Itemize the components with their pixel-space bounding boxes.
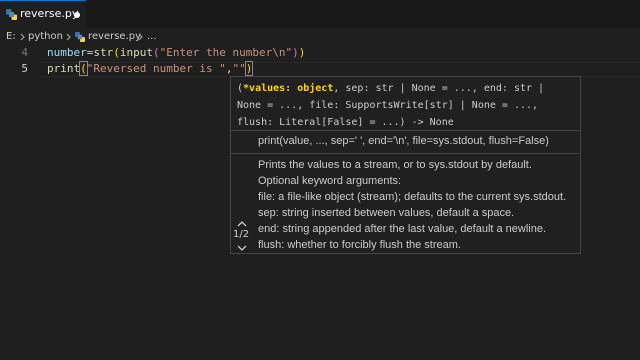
chevron-down-icon[interactable]: [237, 243, 247, 253]
token: ): [292, 46, 299, 59]
signature-line: None = ..., file: SupportsWrite[str] | N…: [237, 100, 539, 111]
signature-block: (*values: object, sep: str | None = ...,…: [231, 77, 580, 131]
doc-line: Optional keyword arguments:: [258, 175, 402, 187]
chevron-right-icon: [66, 33, 71, 41]
doc-line: Prints the values to a stream, or to sys…: [258, 159, 532, 171]
token: ): [244, 61, 254, 76]
parameter-hints-widget: (*values: object, sep: str | None = ...,…: [230, 76, 581, 254]
code-text[interactable]: number=str(input("Enter the number\n")): [47, 46, 305, 59]
chevron-right-icon: [138, 33, 143, 41]
code-line: 4 number=str(input("Enter the number\n")…: [0, 46, 640, 62]
chevron-right-icon: [20, 33, 25, 41]
tab-bar: reverse.py: [0, 0, 640, 28]
line-number: 4: [21, 46, 28, 59]
overload-count: 1/2: [233, 229, 250, 240]
token: number: [47, 46, 87, 59]
breadcrumb-drive[interactable]: E:: [6, 31, 16, 42]
token: "": [232, 62, 246, 75]
divider: [231, 153, 580, 154]
token: "Enter the number\n": [159, 46, 293, 59]
signature-line: (*values: object, sep: str | None = ...,…: [237, 83, 545, 94]
doc-line: file: a file-like object (stream); defau…: [258, 191, 567, 203]
doc-line: flush: whether to forcibly flush the str…: [258, 239, 461, 251]
line-number: 5: [21, 62, 28, 75]
breadcrumb-file[interactable]: reverse.py: [88, 31, 141, 42]
token: str: [93, 46, 114, 59]
overload-pager: 1/2: [231, 131, 253, 253]
token: (: [153, 46, 160, 59]
token: ): [298, 46, 306, 59]
active-parameter: *values: object: [243, 83, 334, 94]
breadcrumb-symbols[interactable]: ...: [147, 31, 157, 42]
python-file-icon: [6, 9, 17, 20]
token: "Reversed number is ": [86, 62, 226, 75]
doc-line: sep: string inserted between values, def…: [258, 207, 515, 219]
token: (: [79, 61, 88, 76]
tab-reverse-py[interactable]: reverse.py: [0, 0, 86, 28]
python-file-icon: [75, 32, 85, 42]
doc-signature: print(value, ..., sep=' ', end='\n', fil…: [258, 135, 549, 147]
signature-line: flush: Literal[False] = ...) -> None: [237, 117, 454, 128]
token: input: [119, 46, 153, 59]
tab-label: reverse.py: [20, 7, 79, 20]
signature-rest: , sep: str | None = ..., end: str |: [333, 83, 545, 94]
code-text[interactable]: print("Reversed number is ",""): [47, 61, 254, 76]
token: print: [47, 62, 81, 75]
breadcrumb-folder[interactable]: python: [28, 31, 63, 42]
chevron-up-icon[interactable]: [237, 219, 247, 229]
token: (: [113, 46, 120, 59]
doc-line: end: string appended after the last valu…: [258, 223, 547, 235]
breadcrumb: E: python reverse.py ...: [0, 28, 640, 46]
unsaved-dot-icon[interactable]: [74, 12, 80, 18]
